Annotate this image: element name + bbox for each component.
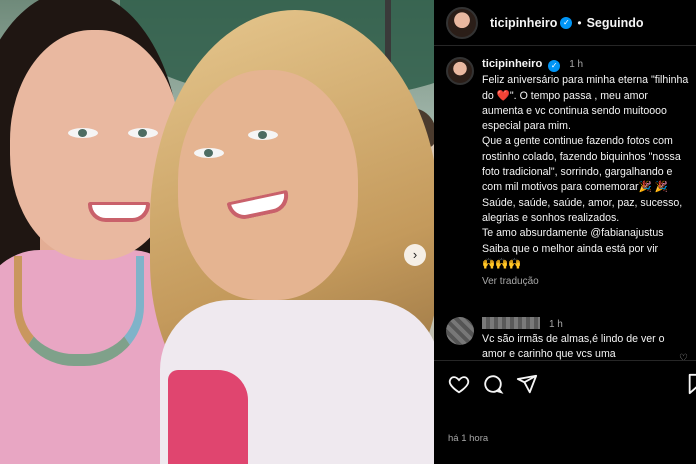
bookmark-icon[interactable] — [686, 373, 696, 395]
comment-icon[interactable] — [482, 373, 504, 395]
eye — [128, 128, 158, 138]
caption-meta: ticipinheiro ✓ 1 h — [482, 57, 690, 72]
separator-dot: • — [577, 15, 582, 30]
smile — [226, 189, 292, 223]
see-translation-link[interactable]: Ver tradução — [482, 274, 690, 289]
verified-badge-icon: ✓ — [560, 16, 573, 29]
avatar[interactable] — [446, 6, 478, 39]
smile — [88, 202, 150, 222]
right-woman-face — [178, 70, 358, 300]
comments-section[interactable]: ticipinheiro ✓ 1 h Feliz aniversário par… — [434, 47, 696, 360]
share-icon[interactable] — [516, 373, 538, 395]
caption-text-block: ticipinheiro ✓ 1 h Feliz aniversário par… — [482, 57, 690, 289]
right-woman-pink-top — [168, 370, 248, 464]
comment-body: Vc são irmãs de almas,é lindo de ver o a… — [482, 333, 665, 360]
author-username[interactable]: ticipinheiro — [490, 16, 557, 30]
eye — [248, 130, 278, 140]
caption-username[interactable]: ticipinheiro — [482, 58, 542, 70]
post-side-panel: ticipinheiro ✓ • Seguindo ticipinheiro ✓… — [434, 0, 696, 464]
caption-timestamp: 1 h — [569, 59, 584, 70]
comment-like-icon[interactable]: ♡ — [679, 353, 688, 360]
comment-timestamp: 1 h — [548, 319, 563, 330]
blurred-username[interactable] — [482, 317, 540, 329]
caption-body: Feliz aniversário para minha eterna "fil… — [482, 74, 689, 270]
comment-text-block: 1 h Vc são irmãs de almas,é lindo de ver… — [482, 317, 682, 360]
post-actions: há 1 hora — [434, 360, 696, 464]
eye — [68, 128, 98, 138]
avatar[interactable] — [446, 317, 474, 345]
verified-badge-icon: ✓ — [548, 60, 561, 72]
eye — [194, 148, 224, 158]
post-photo: › — [0, 0, 434, 464]
left-woman-necklace — [14, 256, 144, 366]
avatar[interactable] — [446, 57, 474, 85]
following-button[interactable]: Seguindo — [587, 16, 644, 30]
post-header: ticipinheiro ✓ • Seguindo — [434, 0, 696, 46]
post-timestamp: há 1 hora — [448, 433, 489, 444]
chevron-right-icon[interactable]: › — [404, 244, 426, 266]
post-caption: ticipinheiro ✓ 1 h Feliz aniversário par… — [446, 57, 690, 289]
heart-icon[interactable] — [448, 373, 470, 395]
comment-item: 1 h Vc são irmãs de almas,é lindo de ver… — [446, 317, 690, 360]
